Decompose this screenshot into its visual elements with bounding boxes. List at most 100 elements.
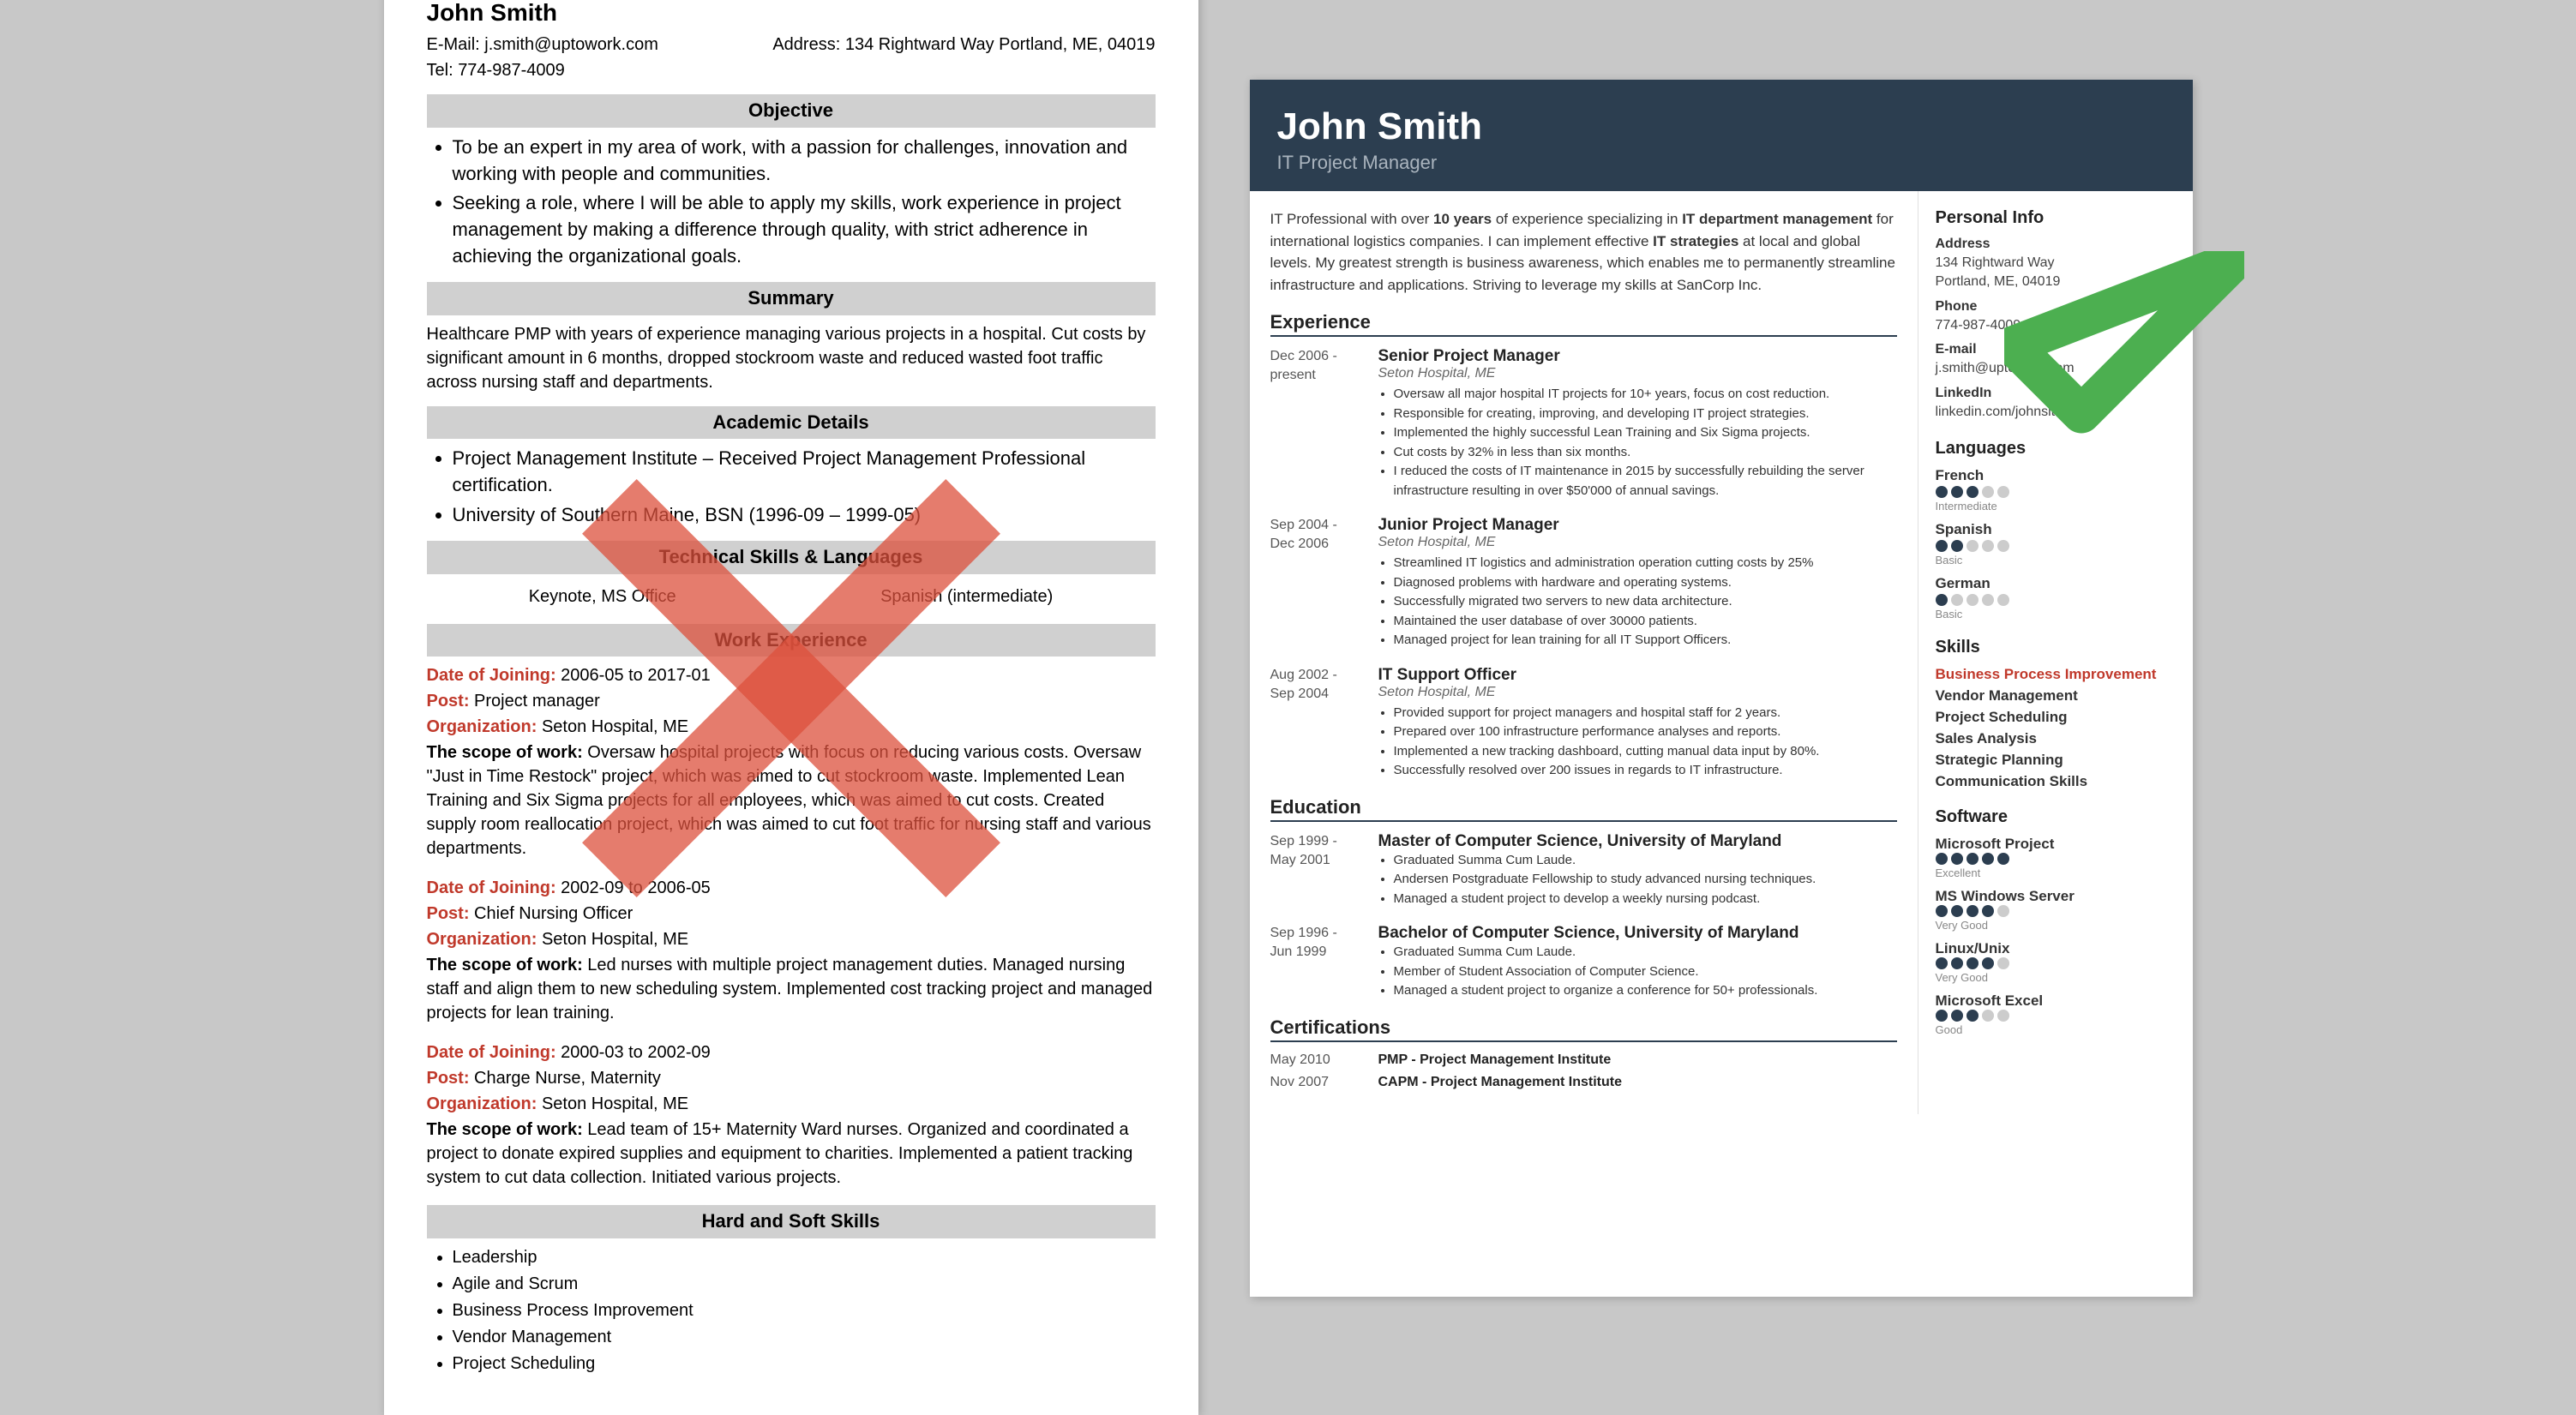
address-value: 134 Rightward WayPortland, ME, 04019 [1936,254,2176,292]
right-body: IT Professional with over 10 years of ex… [1250,191,2193,1114]
languages-title: Languages [1936,439,2176,459]
edu-entry-1: Sep 1999 -May 2001 Master of Computer Sc… [1270,832,1897,909]
objective-item-1: To be an expert in my area of work, with… [453,135,1156,188]
edu1-b2: Andersen Postgraduate Fellowship to stud… [1394,870,1897,890]
exp2-b3: Successfully migrated two servers to new… [1394,592,1897,612]
exp3-b1: Provided support for project managers an… [1394,704,1897,723]
academic-item-2: University of Southern Maine, BSN (1996-… [453,502,1156,529]
exp1-bullets: Oversaw all major hospital IT projects f… [1378,385,1897,501]
phone-label: Phone [1936,299,2176,315]
left-contact-line: E-Mail: j.smith@uptowork.com Address: 13… [427,33,1156,57]
edu1-date: Sep 1999 -May 2001 [1270,832,1365,909]
edu2-content: Bachelor of Computer Science, University… [1378,924,1897,1001]
exp1-content: Senior Project Manager Seton Hospital, M… [1378,347,1897,501]
exp1-date: Dec 2006 -present [1270,347,1365,501]
hardsoft-item-3: Business Process Improvement [453,1298,1156,1322]
exp3-date: Aug 2002 -Sep 2004 [1270,666,1365,781]
spanish-dots [1936,540,2176,552]
excel-dots [1936,1010,2176,1022]
exp1-b5: I reduced the costs of IT maintenance in… [1394,462,1897,501]
skill-comm: Communication Skills [1936,773,2176,790]
linkedin-label: LinkedIn [1936,386,2176,401]
academic-header: Academic Details [427,406,1156,440]
software-section: Software Microsoft Project Excellent [1936,807,2176,1036]
work-entry-1: Date of Joining: 2006-05 to 2017-01 Post… [427,663,1156,860]
msproject-dots [1936,853,2176,865]
exp3-org: Seton Hospital, ME [1378,685,1897,700]
exp1-b4: Cut costs by 32% in less than six months… [1394,443,1897,463]
lang-french: French Intermediate [1936,467,2176,513]
exp3-title: IT Support Officer [1378,666,1897,685]
cert1-date: May 2010 [1270,1052,1365,1068]
exp3-b4: Successfully resolved over 200 issues in… [1394,761,1897,781]
hardsoft-item-5: Project Scheduling [453,1352,1156,1376]
email-value: j.smith@uptowork.com [1936,359,2176,378]
right-resume: John Smith IT Project Manager IT Profess… [1250,80,2193,1297]
work3-date: Date of Joining: 2000-03 to 2002-09 [427,1040,1156,1064]
software-mswindows: MS Windows Server Very Good [1936,888,2176,932]
exp1-b1: Oversaw all major hospital IT projects f… [1394,385,1897,405]
software-msproject: Microsoft Project Excellent [1936,836,2176,879]
exp2-org: Seton Hospital, ME [1378,535,1897,550]
edu1-b1: Graduated Summa Cum Laude. [1394,851,1897,871]
education-title: Education [1270,796,1897,822]
academic-item-1: Project Management Institute – Received … [453,446,1156,499]
left-tel: Tel: 774-987-4009 [427,58,1156,82]
email-label: E-mail [1936,342,2176,357]
work1-org: Organization: Seton Hospital, ME [427,715,1156,739]
skills-col2: Spanish (intermediate) [880,585,1053,609]
objective-list: To be an expert in my area of work, with… [427,135,1156,270]
cert-entry-2: Nov 2007 CAPM - Project Management Insti… [1270,1075,1897,1090]
edu2-bullets: Graduated Summa Cum Laude. Member of Stu… [1378,943,1897,1001]
skills-title: Skills [1936,638,2176,657]
skill-bpi: Business Process Improvement [1936,666,2176,683]
work3-scope: The scope of work: Lead team of 15+ Mate… [427,1118,1156,1190]
address-label: Address [1936,237,2176,252]
work2-date: Date of Joining: 2002-09 to 2006-05 [427,876,1156,900]
academic-list: Project Management Institute – Received … [427,446,1156,528]
edu2-title: Bachelor of Computer Science, University… [1378,924,1897,943]
edu2-b3: Managed a student project to organize a … [1394,981,1897,1001]
personal-info-title: Personal Info [1936,208,2176,228]
summary-text: Healthcare PMP with years of experience … [427,322,1156,394]
hardsoft-item-2: Agile and Scrum [453,1272,1156,1296]
exp2-bullets: Streamlined IT logistics and administrat… [1378,554,1897,651]
hardsoft-item-1: Leadership [453,1245,1156,1269]
exp3-b2: Prepared over 100 infrastructure perform… [1394,722,1897,742]
exp2-b4: Maintained the user database of over 300… [1394,612,1897,632]
software-excel: Microsoft Excel Good [1936,992,2176,1036]
work2-org: Organization: Seton Hospital, ME [427,927,1156,951]
languages-section: Languages French Intermediate Spanish [1936,439,2176,621]
hardsoft-list: Leadership Agile and Scrum Business Proc… [427,1245,1156,1376]
skill-vendor: Vendor Management [1936,687,2176,705]
left-resume: John Smith E-Mail: j.smith@uptowork.com … [384,0,1198,1415]
work3-post: Post: Charge Nurse, Maternity [427,1066,1156,1090]
work2-scope: The scope of work: Led nurses with multi… [427,953,1156,1025]
cert1-title: PMP - Project Management Institute [1378,1052,1612,1068]
lang-german: German Basic [1936,575,2176,621]
edu2-b2: Member of Student Association of Compute… [1394,962,1897,982]
work1-post: Post: Project manager [427,689,1156,713]
right-main: IT Professional with over 10 years of ex… [1250,191,1918,1114]
edu-entry-2: Sep 1996 -Jun 1999 Bachelor of Computer … [1270,924,1897,1001]
exp1-title: Senior Project Manager [1378,347,1897,366]
experience-title: Experience [1270,311,1897,337]
exp2-date: Sep 2004 -Dec 2006 [1270,516,1365,651]
skill-sales: Sales Analysis [1936,730,2176,747]
exp2-b2: Diagnosed problems with hardware and ope… [1394,573,1897,593]
skill-scheduling: Project Scheduling [1936,709,2176,726]
exp3-content: IT Support Officer Seton Hospital, ME Pr… [1378,666,1897,781]
exp1-b2: Responsible for creating, improving, and… [1394,405,1897,424]
work-entry-2: Date of Joining: 2002-09 to 2006-05 Post… [427,876,1156,1025]
exp-entry-3: Aug 2002 -Sep 2004 IT Support Officer Se… [1270,666,1897,781]
work-entry-3: Date of Joining: 2000-03 to 2002-09 Post… [427,1040,1156,1190]
skill-strategic: Strategic Planning [1936,752,2176,769]
work1-date: Date of Joining: 2006-05 to 2017-01 [427,663,1156,687]
cert-title: Certifications [1270,1016,1897,1042]
exp2-b5: Managed project for lean training for al… [1394,631,1897,651]
exp1-b3: Implemented the highly successful Lean T… [1394,423,1897,443]
hardsoft-item-4: Vendor Management [453,1325,1156,1349]
personal-info-section: Personal Info Address 134 Rightward WayP… [1936,208,2176,422]
skills-header: Technical Skills & Languages [427,541,1156,574]
cert2-title: CAPM - Project Management Institute [1378,1075,1622,1090]
